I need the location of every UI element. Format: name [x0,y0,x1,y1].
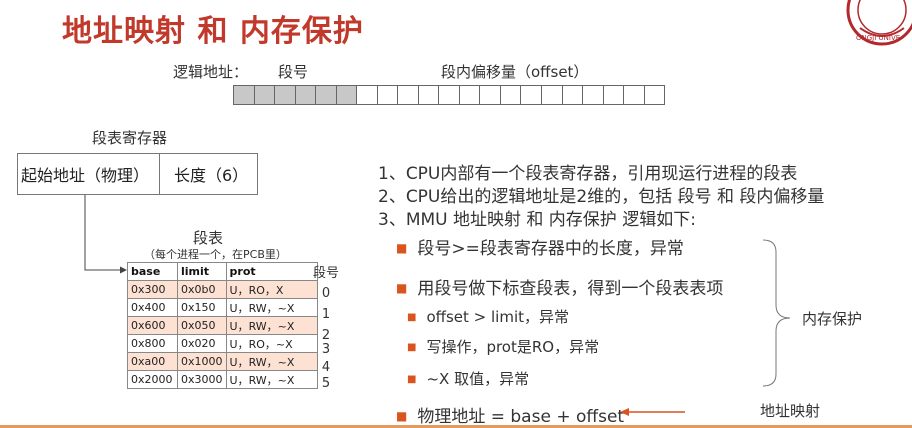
square-bullet-icon: ■ [407,374,417,385]
cell-prot: U，RW，~X [225,352,318,371]
cell-base: 0x400 [127,298,178,317]
point-3: 3、MMU 地址映射 和 内存保护 逻辑如下: [378,210,696,230]
segment-number: 5 [321,376,331,391]
bullet-item: ■ 用段号做下标查段表，得到一个段表表项 [396,274,723,299]
cell-limit: 0x0b0 [177,280,227,299]
offset-bit-cell [500,86,522,104]
segment-table-title: 段表 [193,229,224,247]
segment-bit-cell [234,86,255,104]
offset-bit-cell [521,86,542,104]
square-bullet-icon: ■ [396,281,408,295]
cell-limit: 0x050 [177,316,227,335]
sub-bullet-item: ■ offset > limit，异常 [407,306,569,327]
segment-table-note: （每个进程一个，在PCB里） [144,248,287,261]
sub-bullet-text: 写操作，prot是RO，异常 [426,338,600,356]
memory-protection-label: 内存保护 [802,310,863,328]
slide-title: 地址映射 和 内存保护 [62,14,364,49]
offset-bit-cell [644,86,665,104]
table-row: 0xa00 0x1000 U，RW，~X [127,352,318,371]
square-bullet-icon: ■ [396,241,408,255]
square-bullet-icon: ■ [407,312,417,323]
square-bullet-icon: ■ [407,342,417,353]
segment-register: 起始地址（物理） 长度（6） [17,153,258,195]
bullet-item: ■ 段号>=段表寄存器中的长度，异常 [396,234,684,259]
offset-bit-cell [377,86,399,104]
offset-bit-cell [459,86,481,104]
cell-prot: U，RO，~X [225,334,318,353]
segment-number: 3 [321,342,331,357]
segment-number-label: 段号 [278,63,309,81]
offset-bit-cell [418,86,440,104]
cell-prot: U，RW，~X [225,370,318,389]
offset-bit-cell [480,86,501,104]
table-row: 0x600 0x050 U，RW，~X [127,316,318,335]
segment-number: 2 [321,328,331,343]
column-header-limit: limit [177,262,227,281]
segment-number: 4 [321,360,331,375]
segment-bit-cell [254,86,276,104]
segment-number: 0 [321,286,331,301]
sub-bullet-item: ■ 写操作，prot是RO，异常 [407,336,599,357]
table-row: 0x300 0x0b0 U，RO，X [127,280,318,299]
sub-bullet-text: ~X 取值，异常 [426,370,530,388]
offset-bit-cell [357,86,378,104]
offset-bit-cell [624,86,645,104]
svg-text:ONGJI UNIVE: ONGJI UNIVE [856,34,900,42]
bullet-item: ■ 物理地址 = base + offset [396,402,624,427]
square-bullet-icon: ■ [396,409,408,423]
offset-bit-cell [603,86,625,104]
bullet-text: 物理地址 = base + offset [417,407,625,427]
logical-address-label: 逻辑地址： [173,63,249,81]
offset-bit-cell [439,86,460,104]
bullet-text: 段号>=段表寄存器中的长度，异常 [417,239,684,259]
bullet-text: 用段号做下标查段表，得到一个段表表项 [417,279,724,299]
university-logo: ONGJI UNIVE [846,0,912,46]
register-length: 长度（6） [174,166,249,185]
segment-bit-cell [275,86,296,104]
segment-register-title: 段表寄存器 [92,129,168,147]
logical-address-bits [233,85,665,105]
sub-bullet-text: offset > limit，异常 [426,308,569,326]
point-1: 1、CPU内部有一个段表寄存器，引用现运行进程的段表 [378,164,798,184]
cell-prot: U，RO，X [225,280,318,299]
cell-base: 0x600 [127,316,178,335]
cell-base: 0x2000 [127,370,178,389]
offset-bit-cell [562,86,584,104]
sub-bullet-item: ■ ~X 取值，异常 [407,368,529,389]
offset-bit-cell [583,86,604,104]
segment-number: 1 [321,307,331,322]
cell-prot: U，RW，~X [225,316,318,335]
offset-bit-cell [541,86,563,104]
cell-limit: 0x3000 [177,370,227,389]
cell-limit: 0x020 [177,334,227,353]
point-2: 2、CPU给出的逻辑地址是2维的，包括 段号 和 段内偏移量 [378,187,825,207]
address-mapping-label: 地址映射 [760,402,821,420]
offset-label: 段内偏移量（offset） [441,63,589,81]
table-row: 0x2000 0x3000 U，RW，~X [127,370,318,389]
cell-limit: 0x150 [177,298,227,317]
register-start-address: 起始地址（物理） [18,154,160,194]
cell-limit: 0x1000 [177,352,227,371]
segment-bit-cell [295,86,317,104]
cell-prot: U，RW，~X [225,298,318,317]
segment-number-header: 段号 [313,266,340,281]
offset-bit-cell [398,86,419,104]
column-header-base: base [127,262,178,281]
table-row: 0x400 0x150 U，RW，~X [127,298,318,317]
segment-bit-cell [336,86,358,104]
segment-bit-cell [316,86,337,104]
cell-base: 0x300 [127,280,178,299]
table-row: 0x800 0x020 U，RO，~X [127,334,318,353]
column-header-prot: prot [225,262,318,281]
cell-base: 0xa00 [127,352,178,371]
cell-base: 0x800 [127,334,178,353]
segment-table: base limit prot 0x300 0x0b0 U，RO，X 0x400… [127,262,318,389]
